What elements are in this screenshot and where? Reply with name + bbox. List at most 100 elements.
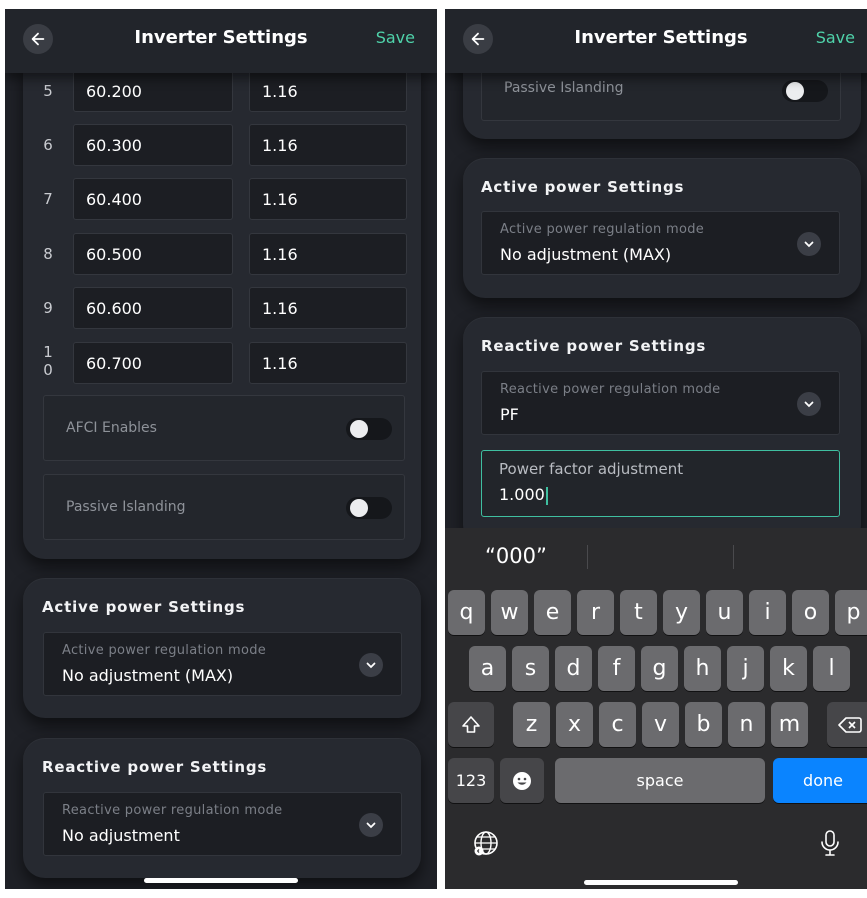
passive-islanding-label: Passive Islanding [504, 80, 624, 96]
key-c[interactable]: c [599, 702, 636, 747]
header-bar: Inverter Settings Save [445, 9, 867, 73]
time-value-field[interactable]: 1.16 [249, 178, 407, 220]
key-g[interactable]: g [641, 646, 678, 691]
on-screen-keyboard: “000” q w e r t y u i o p a s d f g h j … [445, 528, 867, 889]
reactive-power-mode-value: PF [500, 405, 519, 424]
row-index: 5 [43, 82, 53, 100]
key-j[interactable]: j [727, 646, 764, 691]
active-power-title: Active power Settings [42, 598, 246, 616]
time-value-field[interactable]: 1.16 [249, 342, 407, 384]
key-v[interactable]: v [642, 702, 679, 747]
reactive-power-mode-select[interactable]: Reactive power regulation mode No adjust… [43, 792, 402, 856]
reactive-power-title: Reactive power Settings [481, 337, 707, 355]
key-o[interactable]: o [792, 590, 829, 635]
key-k[interactable]: k [770, 646, 807, 691]
chevron-down-icon [797, 392, 821, 416]
frequency-value-field[interactable]: 60.700 [73, 342, 233, 384]
afci-toggle[interactable] [346, 418, 392, 440]
key-m[interactable]: m [771, 702, 808, 747]
active-power-mode-select[interactable]: Active power regulation mode No adjustme… [481, 211, 840, 275]
key-u[interactable]: u [706, 590, 743, 635]
suggestion-divider [733, 545, 734, 569]
power-factor-text: 1.000 [499, 485, 545, 504]
afci-enable-row: AFCI Enables [43, 395, 405, 461]
key-r[interactable]: r [577, 590, 614, 635]
emoji-icon [513, 771, 531, 790]
reactive-power-title: Reactive power Settings [42, 758, 268, 776]
key-i[interactable]: i [749, 590, 786, 635]
power-factor-label: Power factor adjustment [499, 460, 684, 478]
key-f[interactable]: f [598, 646, 635, 691]
chevron-down-icon [797, 232, 821, 256]
frequency-value-field[interactable]: 60.400 [73, 178, 233, 220]
row-index: 6 [43, 136, 53, 154]
key-e[interactable]: e [534, 590, 571, 635]
passive-islanding-label: Passive Islanding [66, 499, 186, 515]
time-value-field[interactable]: 1.16 [249, 287, 407, 329]
text-caret [545, 486, 548, 505]
key-s[interactable]: s [512, 646, 549, 691]
active-power-mode-label: Active power regulation mode [62, 643, 267, 658]
suggestion-bar: “000” [445, 528, 867, 582]
key-l[interactable]: l [813, 646, 850, 691]
frequency-value-field[interactable]: 60.300 [73, 124, 233, 166]
backspace-key[interactable] [827, 702, 867, 747]
reactive-power-mode-select[interactable]: Reactive power regulation mode PF [481, 371, 840, 435]
page-title: Inverter Settings [574, 27, 748, 48]
key-q[interactable]: q [448, 590, 485, 635]
chevron-down-icon [359, 813, 383, 837]
reactive-power-mode-value: No adjustment [62, 826, 180, 845]
time-value-field[interactable]: 1.16 [249, 124, 407, 166]
key-b[interactable]: b [685, 702, 722, 747]
suggestion-item[interactable]: “000” [485, 544, 547, 568]
save-button[interactable]: Save [816, 28, 855, 47]
frequency-value-field[interactable]: 60.500 [73, 233, 233, 275]
toggle-knob [350, 420, 368, 438]
active-power-title: Active power Settings [481, 178, 685, 196]
passive-islanding-toggle[interactable] [346, 497, 392, 519]
numbers-key[interactable]: 123 [448, 758, 494, 803]
microphone-icon[interactable] [815, 828, 845, 858]
emoji-key[interactable] [500, 758, 544, 803]
row-index-digit: 1 [43, 343, 53, 361]
time-value-field[interactable]: 1.16 [249, 70, 407, 112]
row-index-digit: 0 [43, 361, 53, 379]
active-power-mode-value: No adjustment (MAX) [62, 666, 234, 685]
frequency-value-field[interactable]: 60.200 [73, 70, 233, 112]
toggle-knob [786, 82, 804, 100]
key-x[interactable]: x [556, 702, 593, 747]
frequency-value-field[interactable]: 60.600 [73, 287, 233, 329]
key-w[interactable]: w [491, 590, 528, 635]
afci-label: AFCI Enables [66, 420, 157, 436]
page-title: Inverter Settings [134, 27, 308, 48]
key-h[interactable]: h [684, 646, 721, 691]
home-indicator [144, 878, 298, 883]
save-button[interactable]: Save [376, 28, 415, 47]
row-index: 8 [43, 245, 53, 263]
time-value-field[interactable]: 1.16 [249, 233, 407, 275]
right-screen: Inverter Settings Save Passive Islanding… [445, 9, 867, 889]
reactive-power-mode-label: Reactive power regulation mode [500, 382, 721, 397]
key-n[interactable]: n [728, 702, 765, 747]
toggle-knob [350, 499, 368, 517]
active-power-mode-label: Active power regulation mode [500, 222, 705, 237]
shift-icon [462, 715, 480, 733]
key-z[interactable]: z [513, 702, 550, 747]
key-d[interactable]: d [555, 646, 592, 691]
active-power-mode-select[interactable]: Active power regulation mode No adjustme… [43, 632, 402, 696]
home-indicator [584, 880, 738, 885]
header-bar: Inverter Settings Save [5, 9, 437, 73]
power-factor-value: 1.000 [499, 485, 548, 505]
done-key[interactable]: done [773, 758, 867, 803]
key-y[interactable]: y [663, 590, 700, 635]
space-key[interactable]: space [555, 758, 765, 803]
passive-islanding-toggle[interactable] [782, 80, 828, 102]
key-a[interactable]: a [469, 646, 506, 691]
shift-key[interactable] [448, 702, 494, 747]
active-power-mode-value: No adjustment (MAX) [500, 245, 672, 264]
passive-islanding-row: Passive Islanding [481, 65, 841, 121]
globe-icon[interactable] [471, 828, 501, 858]
key-p[interactable]: p [835, 590, 867, 635]
power-factor-input[interactable]: Power factor adjustment 1.000 [481, 450, 840, 517]
key-t[interactable]: t [620, 590, 657, 635]
